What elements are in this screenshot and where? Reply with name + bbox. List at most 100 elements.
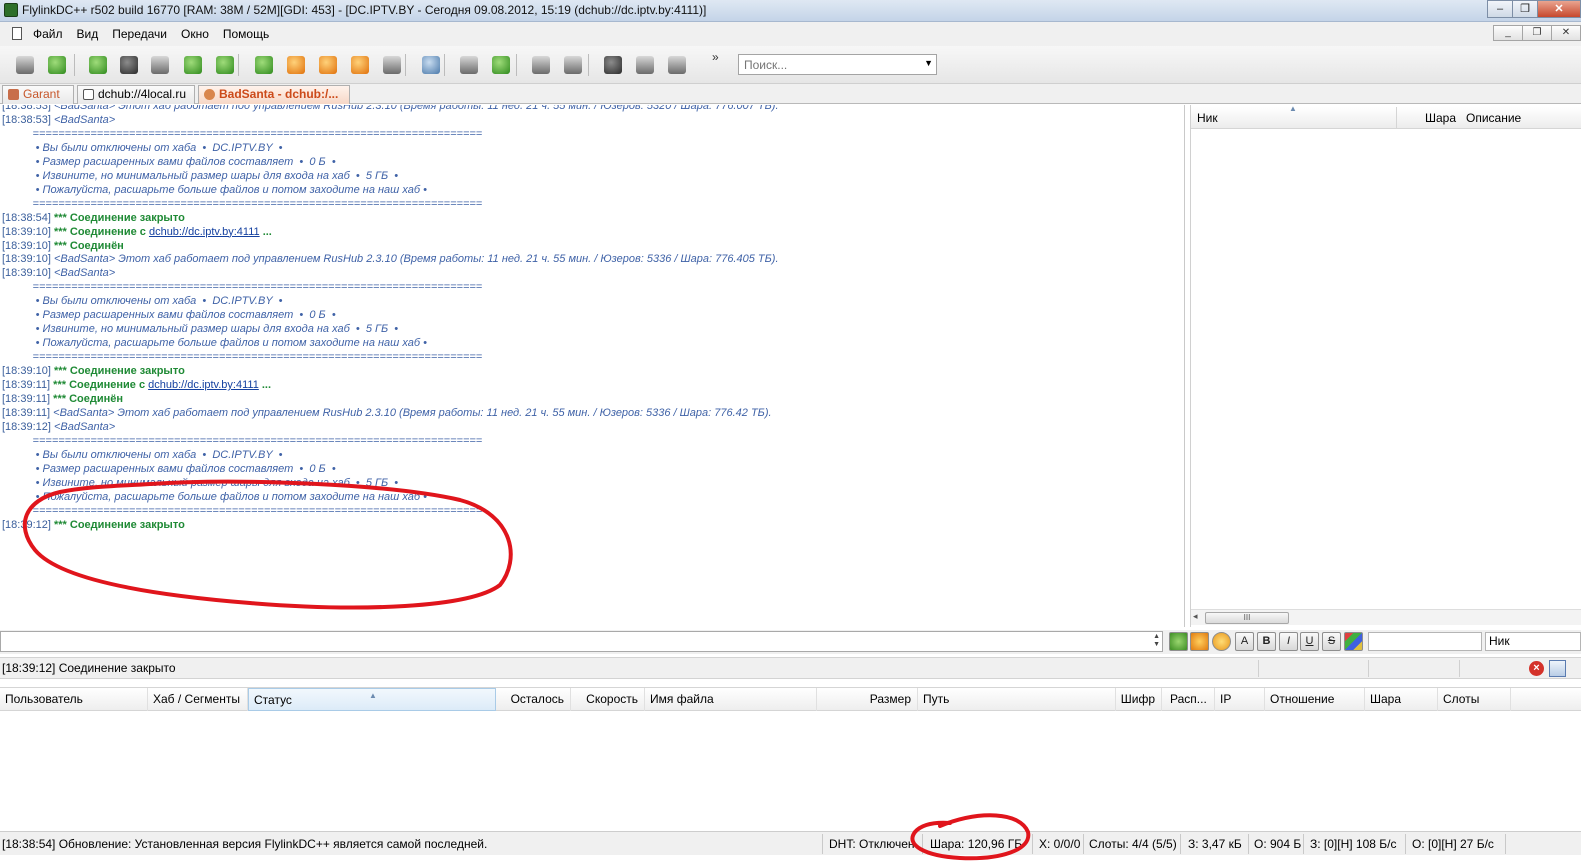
column-dist[interactable]: Расп... (1165, 688, 1215, 711)
search-icon[interactable] (418, 52, 444, 78)
column-filename[interactable]: Имя файла (645, 688, 817, 711)
toolbar-separator (405, 54, 406, 76)
column-user[interactable]: Пользователь (0, 688, 148, 711)
tab-badsanta[interactable]: BadSanta - dchub:/... (198, 85, 350, 104)
horizontal-scrollbar[interactable]: ◂ III (1191, 609, 1581, 625)
menu-help[interactable]: Помощь (223, 27, 269, 41)
finished-uploads-icon[interactable] (347, 52, 373, 78)
close-button[interactable]: ✕ (1537, 0, 1581, 18)
menu-file[interactable]: Файл (33, 27, 63, 41)
settings-icon[interactable] (632, 52, 658, 78)
finished-downloads-icon[interactable] (283, 52, 309, 78)
scroll-left-icon[interactable]: ◂ (1193, 611, 1198, 622)
chat-timestamp: [18:38:54] (2, 211, 54, 224)
font-color-button[interactable]: A (1235, 632, 1254, 651)
emoticons-button[interactable] (1190, 632, 1209, 651)
mdi-minimize-button[interactable]: _ (1493, 25, 1523, 41)
chat-line: • Вы были отключены от хаба • DC.IPTV.BY… (2, 448, 283, 462)
toolbar-separator (588, 54, 589, 76)
underline-button[interactable]: U (1300, 632, 1319, 651)
strike-button[interactable]: S (1322, 632, 1341, 651)
user-icon (204, 89, 215, 100)
chevron-down-icon[interactable]: ▼ (924, 58, 933, 68)
smiley-icon[interactable] (1212, 632, 1231, 651)
column-ip[interactable]: IP (1215, 688, 1265, 711)
chat-timestamp: [18:39:12] (2, 518, 54, 531)
tab-label: BadSanta - dchub:/... (219, 87, 339, 101)
reconnect-icon[interactable] (85, 52, 111, 78)
upload-queue-icon[interactable] (315, 52, 341, 78)
bold-button[interactable]: B (1257, 632, 1276, 651)
chat-timestamp: [18:39:10] (2, 239, 54, 252)
column-share[interactable]: Шара (1425, 111, 1456, 125)
toggle-userlist-icon[interactable] (1549, 660, 1566, 677)
column-ratio[interactable]: Отношение (1265, 688, 1365, 711)
system-message: *** Соединён (54, 239, 124, 252)
spin-arrows-icon[interactable]: ▲ ▼ (1153, 633, 1160, 649)
menu-view[interactable]: Вид (77, 27, 99, 41)
column-remaining[interactable]: Осталось (496, 688, 571, 711)
net-stats-icon[interactable] (600, 52, 626, 78)
column-share[interactable]: Шара (1365, 688, 1438, 711)
hub-link[interactable]: dchub://dc.iptv.by:4111 (149, 226, 260, 238)
column-hub-segments[interactable]: Хаб / Сегменты (148, 688, 248, 711)
follow-redirect-icon[interactable] (116, 52, 142, 78)
chat-message: • Извините, но минимальный размер шары д… (2, 476, 399, 489)
recent-hubs-icon[interactable] (180, 52, 206, 78)
italic-button[interactable]: I (1279, 632, 1298, 651)
search-spy-icon[interactable] (488, 52, 514, 78)
network-icon[interactable] (664, 52, 690, 78)
sort-arrow-icon: ▲ (369, 691, 377, 700)
send-button[interactable] (1169, 632, 1188, 651)
download-queue-icon[interactable] (251, 52, 277, 78)
column-description[interactable]: Описание (1466, 111, 1521, 125)
transfers-list[interactable]: Пользователь Хаб / Сегменты Статус ▲ Ост… (0, 687, 1581, 830)
menu-window[interactable]: Окно (181, 27, 209, 41)
hub-link[interactable]: dchub://dc.iptv.by:4111 (148, 379, 259, 391)
notepad-icon[interactable] (528, 52, 554, 78)
column-size[interactable]: Размер (817, 688, 918, 711)
column-status[interactable]: Статус ▲ (248, 688, 496, 711)
message-input[interactable]: ▲ ▼ (0, 631, 1163, 652)
toolbar-overflow-button[interactable]: » (712, 50, 719, 64)
column-slots[interactable]: Слоты (1438, 688, 1511, 711)
chat-message: ========================================… (2, 281, 483, 294)
chat-timestamp: [18:39:10] (2, 225, 54, 238)
tab-garant[interactable]: Garant (2, 85, 74, 104)
favorite-hubs-icon[interactable] (147, 52, 173, 78)
favorite-users-icon[interactable] (44, 52, 70, 78)
filter-column-select[interactable]: Ник (1485, 632, 1581, 651)
adl-search-icon[interactable] (456, 52, 482, 78)
column-speed[interactable]: Скорость (571, 688, 645, 711)
user-filter-input[interactable] (1368, 632, 1482, 651)
mdi-close-button[interactable]: ✕ (1551, 25, 1581, 41)
search-combo[interactable]: ▼ (738, 54, 937, 75)
hub-tab-icon (8, 89, 19, 100)
scheduler-icon[interactable] (560, 52, 586, 78)
maximize-button[interactable]: ❐ (1512, 0, 1538, 18)
chat-message: • Извините, но минимальный размер шары д… (2, 323, 399, 336)
chat-line: • Вы были отключены от хаба • DC.IPTV.BY… (2, 294, 283, 308)
tab-4local[interactable]: dchub://4local.ru (77, 85, 195, 104)
chat-line: • Извините, но минимальный размер шары д… (2, 476, 399, 490)
column-path[interactable]: Путь (918, 688, 1116, 711)
open-file-list-icon[interactable] (379, 52, 405, 78)
palette-icon[interactable] (1344, 632, 1363, 651)
public-hubs-icon[interactable] (12, 52, 38, 78)
search-input[interactable] (739, 55, 915, 74)
chat-log[interactable]: [18:38:53] <BadSanta> Этот хаб работает … (0, 105, 1185, 627)
title-bar: FlylinkDC++ r502 build 16770 [RAM: 38M /… (0, 0, 1581, 22)
mdi-restore-button[interactable]: ❐ (1522, 25, 1552, 41)
minimize-button[interactable]: ‒ (1487, 0, 1513, 18)
user-list[interactable]: Ник ▲ Шара Описание ◂ III (1190, 104, 1581, 627)
scrollbar-thumb[interactable]: III (1205, 612, 1289, 624)
users-icon[interactable] (212, 52, 238, 78)
menu-transfers[interactable]: Передачи (112, 27, 167, 41)
document-icon[interactable] (12, 27, 22, 40)
chat-line: ========================================… (2, 434, 483, 448)
close-hub-icon[interactable]: × (1529, 661, 1544, 676)
column-nick[interactable]: Ник (1197, 111, 1218, 125)
toolbar-separator (74, 54, 75, 76)
chat-line: [18:39:10] *** Соединение с dchub://dc.i… (2, 225, 272, 239)
column-cipher[interactable]: Шифр (1116, 688, 1162, 711)
